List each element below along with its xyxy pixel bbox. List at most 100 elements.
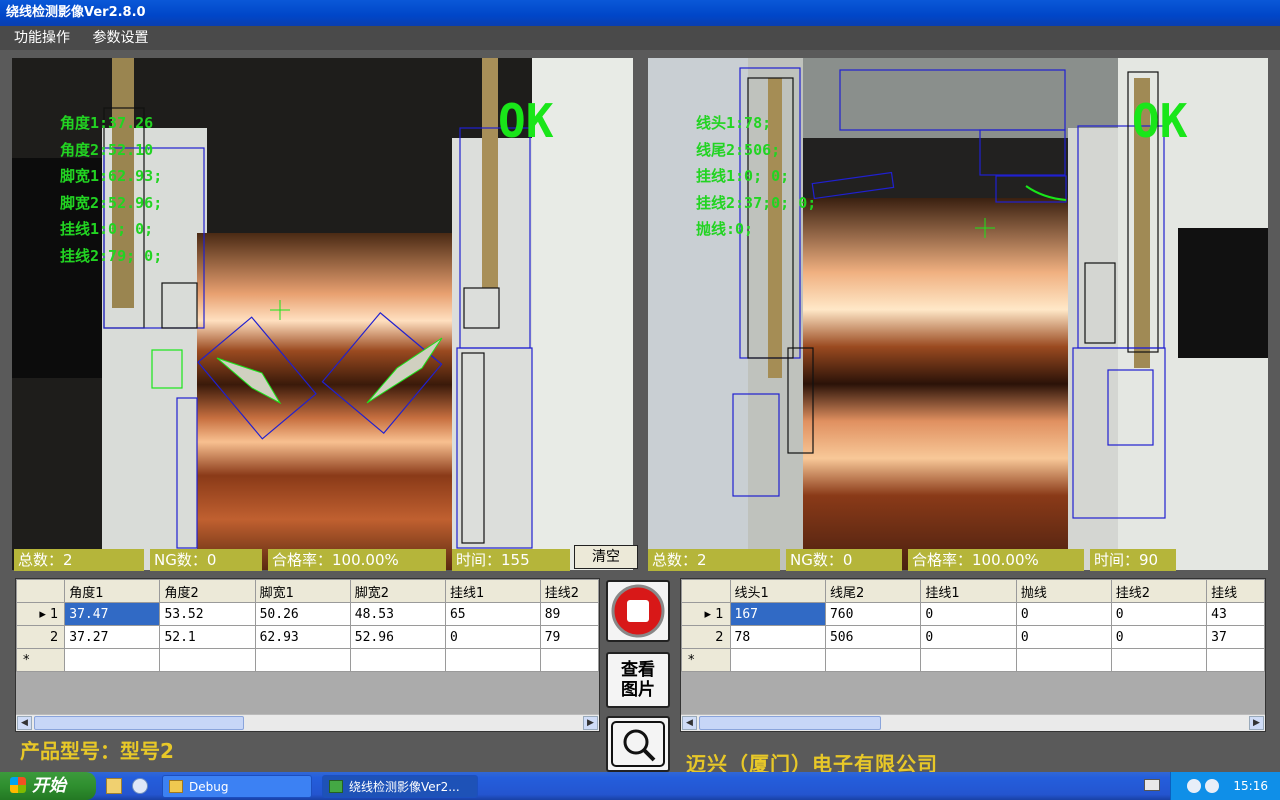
table-cell[interactable] [920, 648, 1017, 672]
browser-icon[interactable] [132, 778, 148, 794]
menu-parameter-settings[interactable]: 参数设置 [92, 30, 148, 46]
col-header[interactable]: 脚宽2 [349, 579, 446, 603]
table-row[interactable]: 2 37.27 52.1 62.93 52.96 0 79 [16, 625, 599, 649]
col-header[interactable]: 挂线2 [539, 579, 599, 603]
table-cell[interactable]: 37.47 [64, 602, 161, 626]
table-cell[interactable]: 0 [920, 625, 1017, 649]
col-header[interactable]: 线尾2 [824, 579, 922, 603]
table-cell[interactable]: 167 [729, 602, 826, 626]
camera-view-right: OK 线头1:78; 线尾2:506; 挂线1:0; 0; 挂线2:37;0; … [648, 58, 1268, 570]
table-cell[interactable]: 0 [1110, 602, 1208, 626]
readout-foot-width1: 脚宽1:62.93; [60, 167, 163, 185]
taskbar-item-app[interactable]: 绕线检测影像Ver2... [322, 775, 478, 798]
scroll-right-icon[interactable]: ▶ [583, 716, 598, 730]
folder-icon[interactable] [106, 778, 122, 794]
new-row[interactable]: * [16, 648, 599, 672]
table-cell[interactable]: 78 [729, 625, 826, 649]
table-cell[interactable] [349, 648, 446, 672]
start-button[interactable]: 开始 [0, 772, 96, 800]
stat-pass-rate-right: 合格率：100.00% [908, 549, 1084, 571]
row-header[interactable]: 2 [16, 625, 66, 649]
system-tray: 15:16 [1170, 772, 1280, 800]
table-cell[interactable] [1015, 648, 1112, 672]
scroll-left-icon[interactable]: ◀ [17, 716, 32, 730]
table-cell[interactable]: 52.96 [349, 625, 446, 649]
table-row[interactable]: 2 78 506 0 0 0 37 [681, 625, 1265, 649]
table-cell[interactable]: 48.53 [349, 602, 446, 626]
table-cell[interactable] [64, 648, 161, 672]
col-header[interactable]: 抛线 [1015, 579, 1112, 603]
search-button[interactable] [606, 716, 670, 772]
table-cell[interactable]: 37 [1206, 625, 1265, 649]
col-header[interactable]: 挂线1 [444, 579, 541, 603]
table-cell[interactable]: 0 [444, 625, 541, 649]
stat-ng-right: NG数：0 [786, 549, 902, 571]
row-header[interactable]: ▸ 1 [16, 602, 66, 626]
readout-wire-head1: 线头1:78; [696, 114, 772, 132]
scroll-right-icon[interactable]: ▶ [1249, 716, 1264, 730]
results-grid-right[interactable]: 线头1 线尾2 挂线1 抛线 挂线2 挂线 ▸ 1 167 760 0 0 0 … [680, 578, 1266, 732]
volume-icon[interactable] [1205, 779, 1219, 793]
table-cell[interactable]: 760 [824, 602, 922, 626]
col-header[interactable]: 挂线1 [920, 579, 1017, 603]
measurement-readout-right: 线头1:78; 线尾2:506; 挂线1:0; 0; 挂线2:37;0; 0; … [696, 110, 816, 243]
table-cell[interactable]: 506 [824, 625, 922, 649]
table-cell[interactable]: 0 [1015, 602, 1112, 626]
scroll-left-icon[interactable]: ◀ [682, 716, 697, 730]
table-cell[interactable]: 50.26 [254, 602, 351, 626]
table-cell[interactable]: 37.27 [64, 625, 161, 649]
row-header[interactable]: 2 [681, 625, 731, 649]
taskbar-item-debug[interactable]: Debug [162, 775, 312, 798]
table-cell[interactable]: 0 [920, 602, 1017, 626]
table-cell[interactable] [539, 648, 599, 672]
view-image-button[interactable]: 查看 图片 [606, 652, 670, 708]
magnifier-icon [611, 721, 665, 767]
table-cell[interactable]: 53.52 [159, 602, 256, 626]
table-row[interactable]: ▸ 1 167 760 0 0 0 43 [681, 602, 1265, 626]
network-icon[interactable] [1187, 779, 1201, 793]
keyboard-icon[interactable] [1144, 779, 1160, 791]
table-cell[interactable]: 65 [444, 602, 541, 626]
table-cell[interactable] [254, 648, 351, 672]
new-row[interactable]: * [681, 648, 1265, 672]
table-cell[interactable]: 89 [539, 602, 599, 626]
stat-total-left: 总数：2 [14, 549, 144, 571]
col-header[interactable]: 挂线2 [1110, 579, 1208, 603]
new-row-marker[interactable]: * [681, 648, 731, 672]
scroll-thumb[interactable] [699, 716, 881, 730]
table-cell[interactable] [444, 648, 541, 672]
window-title-bar: 绕线检测影像Ver2.8.0 [0, 0, 1280, 26]
table-row[interactable]: ▸ 1 37.47 53.52 50.26 48.53 65 89 [16, 602, 599, 626]
readout-foot-width2: 脚宽2:52.96; [60, 193, 163, 212]
scroll-thumb[interactable] [34, 716, 244, 730]
table-cell[interactable]: 62.93 [254, 625, 351, 649]
horizontal-scrollbar-left[interactable]: ◀ ▶ [16, 714, 599, 731]
col-header[interactable]: 脚宽1 [254, 579, 351, 603]
horizontal-scrollbar-right[interactable]: ◀ ▶ [681, 714, 1265, 731]
results-grid-left[interactable]: 角度1 角度2 脚宽1 脚宽2 挂线1 挂线2 ▸ 1 37.47 53.52 … [15, 578, 600, 732]
new-row-marker[interactable]: * [16, 648, 66, 672]
grid-corner [681, 579, 731, 603]
clear-button[interactable]: 清空 [574, 545, 638, 569]
table-cell[interactable]: 0 [1015, 625, 1112, 649]
table-cell[interactable] [1110, 648, 1208, 672]
row-header[interactable]: ▸ 1 [681, 602, 731, 626]
table-cell[interactable] [824, 648, 922, 672]
col-header[interactable]: 角度2 [159, 579, 256, 603]
clock[interactable]: 15:16 [1233, 779, 1268, 793]
table-cell[interactable]: 79 [539, 625, 599, 649]
table-cell[interactable]: 43 [1206, 602, 1265, 626]
window-title: 绕线检测影像Ver2.8.0 [6, 5, 146, 20]
table-cell[interactable] [729, 648, 826, 672]
col-header[interactable]: 线头1 [729, 579, 826, 603]
col-header[interactable]: 角度1 [64, 579, 161, 603]
menu-function-ops[interactable]: 功能操作 [14, 30, 70, 46]
readout-hang-wire1: 挂线1:0; 0; [696, 167, 790, 185]
table-cell[interactable] [159, 648, 256, 672]
table-cell[interactable]: 0 [1110, 625, 1208, 649]
table-cell[interactable]: 52.1 [159, 625, 256, 649]
result-ok-label-left: OK [498, 94, 554, 148]
stop-button[interactable] [606, 580, 670, 642]
col-header[interactable]: 挂线 [1206, 579, 1265, 603]
table-cell[interactable] [1206, 648, 1265, 672]
